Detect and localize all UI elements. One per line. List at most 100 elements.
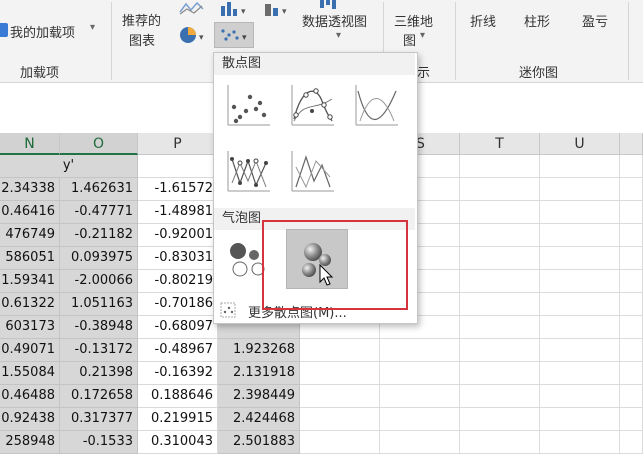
sparkline-line-button[interactable]: 折线: [462, 4, 508, 34]
table-cell[interactable]: 603173: [0, 316, 60, 339]
table-cell[interactable]: 1.051163: [60, 293, 138, 316]
header-cell-p[interactable]: [138, 155, 218, 178]
table-cell[interactable]: [620, 408, 643, 431]
column-header-o[interactable]: O: [60, 133, 138, 155]
column-header-n[interactable]: N: [0, 133, 60, 155]
header-cell-no[interactable]: y': [0, 155, 138, 178]
table-cell[interactable]: [460, 247, 540, 270]
table-cell[interactable]: [540, 339, 620, 362]
table-cell[interactable]: [620, 293, 643, 316]
table-cell[interactable]: [380, 339, 460, 362]
table-cell[interactable]: -0.70186: [138, 293, 218, 316]
table-cell[interactable]: 0.92438: [0, 408, 60, 431]
table-cell[interactable]: [380, 431, 460, 454]
table-cell[interactable]: 0.46416: [0, 201, 60, 224]
table-cell[interactable]: [540, 385, 620, 408]
table-cell[interactable]: [540, 224, 620, 247]
table-cell[interactable]: [460, 408, 540, 431]
my-addins-button[interactable]: 我的加载项 ▾: [0, 18, 105, 44]
table-cell[interactable]: [620, 270, 643, 293]
table-cell[interactable]: [620, 201, 643, 224]
table-cell[interactable]: -0.21182: [60, 224, 138, 247]
table-cell[interactable]: 2.501883: [218, 431, 300, 454]
table-cell[interactable]: [460, 224, 540, 247]
table-cell[interactable]: -0.38948: [60, 316, 138, 339]
table-cell[interactable]: [540, 431, 620, 454]
table-cell[interactable]: -1.48981: [138, 201, 218, 224]
table-cell[interactable]: 258948: [0, 431, 60, 454]
table-cell[interactable]: [620, 247, 643, 270]
table-cell[interactable]: [460, 270, 540, 293]
table-cell[interactable]: -0.80219: [138, 270, 218, 293]
table-cell[interactable]: -0.1533: [60, 431, 138, 454]
table-cell[interactable]: [300, 408, 380, 431]
table-cell[interactable]: 0.317377: [60, 408, 138, 431]
table-cell[interactable]: -0.16392: [138, 362, 218, 385]
table-cell[interactable]: 0.172658: [60, 385, 138, 408]
table-cell[interactable]: 1.59341: [0, 270, 60, 293]
table-cell[interactable]: 2.424468: [218, 408, 300, 431]
table-cell[interactable]: 0.219915: [138, 408, 218, 431]
hierarchy-chart-button[interactable]: ▾: [262, 0, 296, 18]
scatter-chart-button[interactable]: ▾: [214, 22, 254, 48]
table-cell[interactable]: 0.61322: [0, 293, 60, 316]
table-cell[interactable]: [540, 270, 620, 293]
table-cell[interactable]: -1.61572: [138, 178, 218, 201]
sparkline-winloss-button[interactable]: 盈亏: [574, 4, 620, 34]
table-cell[interactable]: 0.21398: [60, 362, 138, 385]
table-cell[interactable]: [460, 385, 540, 408]
table-cell[interactable]: 2.398449: [218, 385, 300, 408]
table-cell[interactable]: 0.310043: [138, 431, 218, 454]
table-cell[interactable]: 0.093975: [60, 247, 138, 270]
table-cell[interactable]: [540, 293, 620, 316]
table-cell[interactable]: [460, 431, 540, 454]
table-cell[interactable]: [620, 431, 643, 454]
scatter-thumb[interactable]: [222, 81, 274, 129]
table-cell[interactable]: [300, 431, 380, 454]
table-cell[interactable]: [540, 316, 620, 339]
table-cell[interactable]: [620, 316, 643, 339]
table-cell[interactable]: [460, 339, 540, 362]
table-cell[interactable]: 476749: [0, 224, 60, 247]
table-cell[interactable]: [380, 385, 460, 408]
column-chart-button[interactable]: ▾: [218, 0, 252, 18]
table-cell[interactable]: [460, 293, 540, 316]
table-cell[interactable]: 586051: [0, 247, 60, 270]
table-cell[interactable]: [300, 362, 380, 385]
column-header-u[interactable]: U: [540, 133, 620, 155]
table-cell[interactable]: [540, 408, 620, 431]
recommended-charts-button[interactable]: 推荐的 图表: [116, 0, 171, 50]
table-cell[interactable]: [540, 201, 620, 224]
table-cell[interactable]: 2.131918: [218, 362, 300, 385]
table-cell[interactable]: 0.188646: [138, 385, 218, 408]
table-cell[interactable]: 1.55084: [0, 362, 60, 385]
table-cell[interactable]: [380, 408, 460, 431]
table-cell[interactable]: [300, 339, 380, 362]
column-header-p[interactable]: P: [138, 133, 218, 155]
table-cell[interactable]: 0.46488: [0, 385, 60, 408]
table-cell[interactable]: [540, 178, 620, 201]
table-cell[interactable]: [540, 155, 620, 178]
pivot-chart-button[interactable]: 数据透视图 ▾: [296, 0, 376, 50]
sparkline-column-button[interactable]: 柱形: [516, 4, 562, 34]
table-cell[interactable]: -0.68097: [138, 316, 218, 339]
table-cell[interactable]: -0.48967: [138, 339, 218, 362]
table-cell[interactable]: [620, 224, 643, 247]
table-cell[interactable]: -0.92001: [138, 224, 218, 247]
scatter-straight-lines-markers-thumb[interactable]: [222, 147, 274, 195]
table-cell[interactable]: -0.83031: [138, 247, 218, 270]
table-cell[interactable]: [460, 316, 540, 339]
table-cell[interactable]: -2.00066: [60, 270, 138, 293]
table-cell[interactable]: [540, 362, 620, 385]
table-cell[interactable]: 0.49071: [0, 339, 60, 362]
table-cell[interactable]: [460, 155, 540, 178]
table-cell[interactable]: -0.47771: [60, 201, 138, 224]
table-cell[interactable]: [620, 362, 643, 385]
scatter-smooth-lines-thumb[interactable]: [350, 81, 402, 129]
table-cell[interactable]: -0.13172: [60, 339, 138, 362]
table-cell[interactable]: 1.923268: [218, 339, 300, 362]
table-cell[interactable]: [620, 385, 643, 408]
column-header-t[interactable]: T: [460, 133, 540, 155]
table-cell[interactable]: [460, 178, 540, 201]
table-cell[interactable]: [460, 362, 540, 385]
